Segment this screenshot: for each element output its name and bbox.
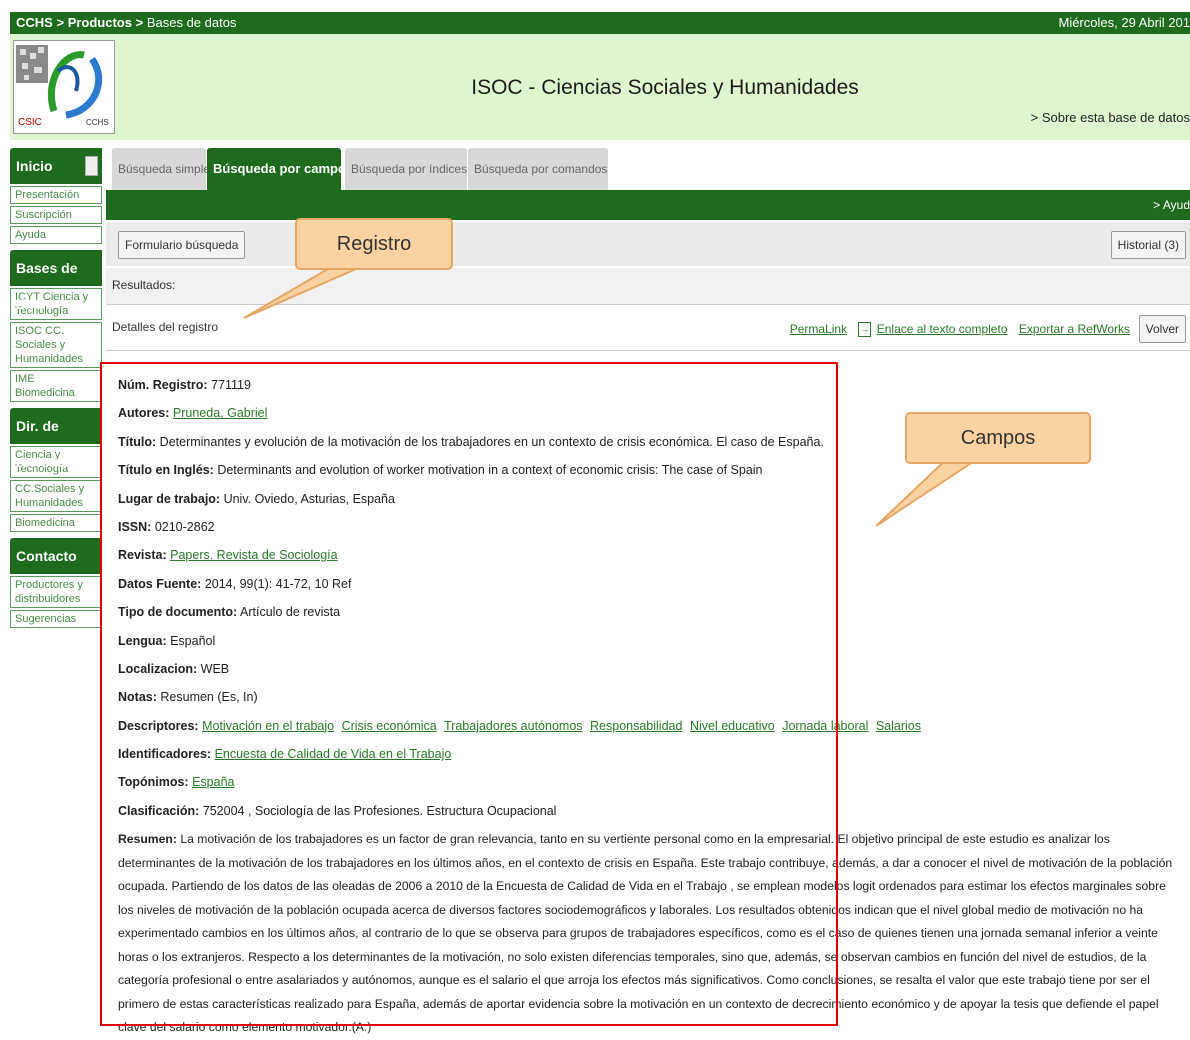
header: CSIC CCHS ISOC - Ciencias Sociales y Hum… bbox=[10, 34, 1190, 140]
tab-busqueda-campos[interactable]: Búsqueda por campos bbox=[207, 148, 353, 190]
external-link-icon: → bbox=[858, 322, 872, 338]
sidebar-item-ayuda[interactable]: Ayuda bbox=[10, 226, 102, 244]
back-button[interactable]: Volver bbox=[1138, 315, 1186, 343]
tab-busqueda-comandos[interactable]: Búsqueda por comandos bbox=[468, 148, 608, 190]
permalink-link[interactable]: PermaLink bbox=[790, 322, 847, 336]
logo-cchs-text: CCHS bbox=[86, 118, 109, 127]
record-details-label: Detalles del registro bbox=[112, 320, 219, 334]
sidebar-section-title: Contacto bbox=[16, 548, 77, 564]
sidebar-item-rev-biomedicina[interactable]: Biomedicina bbox=[10, 514, 102, 532]
page-title: ISOC - Ciencias Sociales y Humanidades bbox=[471, 76, 859, 99]
history-button[interactable]: Historial (3) bbox=[1110, 231, 1186, 259]
sidebar-item-isoc[interactable]: ISOC CC. Sociales y Humanidades bbox=[10, 322, 102, 368]
sidebar: Inicio Presentación Suscripción Ayuda Ba… bbox=[10, 148, 102, 628]
sidebar-section-title: Dir. de revistas bbox=[16, 418, 69, 470]
record-details-bar: Detalles del registro PermaLink → Enlace… bbox=[106, 306, 1190, 351]
breadcrumb: CCHS > Productos > Bases de datos bbox=[16, 15, 236, 30]
callout-campos: Campos bbox=[905, 412, 1091, 464]
about-database-link[interactable]: > Sobre esta base de datos bbox=[1031, 110, 1190, 125]
breadcrumb-cchs[interactable]: CCHS bbox=[16, 15, 53, 30]
sidebar-item-rev-ccsociales[interactable]: CC.Sociales y Humanidades bbox=[10, 480, 102, 512]
tab-busqueda-simple[interactable]: Búsqueda simple bbox=[112, 148, 210, 190]
breadcrumb-sep-2: > bbox=[135, 15, 144, 30]
results-header: Resultados: bbox=[106, 268, 1190, 305]
help-link[interactable]: > Ayud bbox=[1153, 198, 1190, 212]
sidebar-section-inicio[interactable]: Inicio bbox=[10, 148, 102, 184]
current-date: Miércoles, 29 Abril 201 bbox=[1058, 15, 1190, 30]
sidebar-section-contacto[interactable]: Contacto bbox=[10, 538, 102, 574]
results-label: Resultados: bbox=[112, 278, 176, 292]
sidebar-section-bases[interactable]: Bases de datos bbox=[10, 250, 102, 312]
fields-highlight-box bbox=[100, 362, 838, 1026]
sidebar-item-suscripcion[interactable]: Suscripción bbox=[10, 206, 102, 224]
toolbar: Formulario búsqueda Historial (3) bbox=[106, 222, 1190, 266]
sidebar-item-sugerencias[interactable]: Sugerencias bbox=[10, 610, 102, 628]
descriptor-link[interactable]: Salarios bbox=[876, 719, 921, 733]
sidebar-section-title: Inicio bbox=[16, 158, 53, 174]
fulltext-link[interactable]: Enlace al texto completo bbox=[877, 322, 1008, 336]
sidebar-item-presentacion[interactable]: Presentación bbox=[10, 186, 102, 204]
sidebar-section-revistas[interactable]: Dir. de revistas bbox=[10, 408, 102, 470]
breadcrumb-bases: Bases de datos bbox=[146, 15, 237, 30]
logo-csic-text: CSIC bbox=[18, 117, 42, 128]
search-form-button[interactable]: Formulario búsqueda bbox=[118, 231, 246, 259]
help-bar: > Ayud bbox=[106, 190, 1190, 220]
export-refworks-link[interactable]: Exportar a RefWorks bbox=[1019, 322, 1130, 336]
callout-registro: Registro bbox=[295, 218, 453, 270]
breadcrumb-productos[interactable]: Productos bbox=[68, 15, 132, 30]
record-actions: PermaLink → Enlace al texto completo Exp… bbox=[782, 322, 1130, 338]
sidebar-item-productores[interactable]: Productores y distribuidores bbox=[10, 576, 102, 608]
breadcrumb-sep-1: > bbox=[56, 15, 65, 30]
sidebar-item-ime[interactable]: IME Biomedicina bbox=[10, 370, 102, 402]
top-bar: CCHS > Productos > Bases de datos Miérco… bbox=[10, 12, 1190, 34]
tab-busqueda-indices[interactable]: Búsqueda por índices bbox=[345, 148, 467, 190]
collapse-icon[interactable] bbox=[85, 156, 98, 176]
